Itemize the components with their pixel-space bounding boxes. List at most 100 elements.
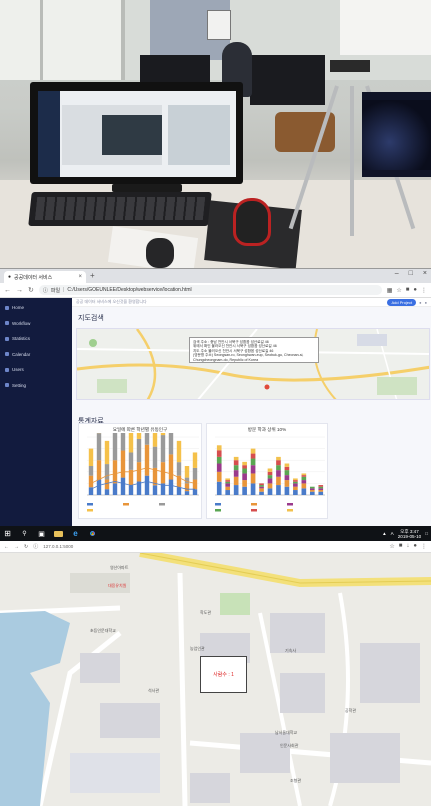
- windows-start-icon[interactable]: ⊞: [3, 529, 12, 538]
- bar: [301, 476, 307, 481]
- webcam: [330, 60, 370, 72]
- bar: [318, 486, 324, 489]
- bar: [152, 446, 158, 468]
- tab-active[interactable]: ● 공공데이터 서비스 ×: [4, 271, 86, 283]
- bar: [184, 466, 190, 478]
- bar: [120, 450, 126, 478]
- sidebar-item-home[interactable]: Home: [0, 300, 72, 316]
- bar: [152, 417, 158, 447]
- network-icon[interactable]: ▲: [382, 531, 387, 536]
- maximize-icon[interactable]: □: [409, 270, 413, 277]
- add-project-button[interactable]: Add Project: [387, 298, 417, 306]
- task-view-icon[interactable]: ▣: [37, 529, 46, 538]
- sidebar-item-workflow[interactable]: Workflow: [0, 316, 72, 332]
- bar: [309, 490, 315, 492]
- bar: [216, 463, 222, 472]
- minimize-icon[interactable]: –: [395, 270, 399, 277]
- address-bar[interactable]: ⓘ 파일 | C:/Users/GOEUNLEE/Desktop/webserv…: [38, 285, 382, 295]
- extension-icon[interactable]: ■: [406, 287, 410, 294]
- bar: [276, 460, 281, 466]
- bar: [104, 489, 110, 495]
- bar: [250, 458, 256, 466]
- legend-swatch: [87, 509, 93, 512]
- sidebar-item-statistics[interactable]: Statistics: [0, 331, 72, 347]
- bar: [284, 463, 290, 467]
- file-explorer-icon[interactable]: [54, 529, 63, 538]
- bar: [184, 491, 190, 495]
- bar: [216, 481, 222, 495]
- forward-icon[interactable]: →: [16, 287, 23, 294]
- map-label: 기숙사: [285, 648, 297, 653]
- chart-title: 방문 학과 상위 10%: [247, 427, 287, 432]
- browser-window-2: ← → ↻ ⓘ 127.0.0.1:5000 ☆ ■ ↓ ● ⋮ 영산아파트 대…: [0, 541, 431, 806]
- sidebar-item-users[interactable]: Users: [0, 362, 72, 378]
- map-view[interactable]: 검색 주소 : 충남 천안시 서북구 성환읍 성산로길 46 위에서 확인 불러…: [76, 328, 430, 400]
- extension-icon[interactable]: ■: [399, 543, 403, 550]
- legend-swatch: [251, 509, 257, 512]
- ie-icon[interactable]: e: [71, 529, 80, 538]
- monitor-screen: [38, 91, 236, 177]
- bar: [250, 483, 256, 495]
- profile-icon[interactable]: ●: [413, 287, 417, 294]
- right-monitor: [362, 92, 431, 177]
- workflow-icon: [5, 321, 9, 326]
- notification-icon[interactable]: □: [425, 531, 428, 536]
- bar: [250, 473, 256, 484]
- bar: [242, 468, 247, 474]
- user-icon[interactable]: ●: [425, 300, 427, 305]
- bar: [242, 465, 247, 469]
- screen-map: [168, 105, 230, 165]
- bar: [120, 411, 126, 451]
- bell-icon[interactable]: ●: [419, 300, 421, 305]
- welcome-bar: 공공 데이터 서비스에 오신것을 환영합니다 Add Project ● ●: [72, 298, 431, 307]
- bar: [136, 408, 142, 439]
- translate-icon[interactable]: ▦: [387, 287, 393, 294]
- bar: [284, 480, 290, 487]
- url-scheme: 파일: [50, 287, 61, 294]
- bar: [284, 475, 290, 481]
- profile-icon[interactable]: ●: [413, 543, 417, 550]
- forward-icon[interactable]: →: [14, 544, 19, 550]
- users-icon: [5, 367, 9, 372]
- bar: [267, 468, 273, 472]
- webcam-photo: [0, 0, 431, 268]
- bar: [318, 488, 324, 491]
- globe-icon: ●: [8, 274, 12, 280]
- people-count-marker[interactable]: 사람수 : 1: [200, 656, 247, 693]
- new-tab-button[interactable]: +: [90, 271, 95, 281]
- map-label: 조형관: [290, 778, 302, 783]
- bar: [192, 452, 198, 468]
- bar: [136, 462, 142, 482]
- star-icon[interactable]: ☆: [389, 543, 394, 550]
- bar: [168, 479, 174, 495]
- bar: [112, 429, 118, 461]
- reload-icon[interactable]: ↻: [24, 544, 28, 550]
- map-label: 남서울대학교: [275, 730, 298, 735]
- clock[interactable]: 오후 3:47 2019-05-10: [398, 529, 422, 539]
- search-icon[interactable]: ⚲: [20, 529, 29, 538]
- menu-icon[interactable]: ⋮: [421, 287, 427, 294]
- url-text[interactable]: 127.0.0.1:5000: [43, 544, 73, 549]
- map-label: 인문사회관: [280, 743, 299, 748]
- chart-title: 요일에 따른 학년별 유동인구: [112, 427, 168, 432]
- menu-icon[interactable]: ⋮: [421, 543, 427, 550]
- chrome-icon[interactable]: [88, 529, 97, 538]
- back-icon[interactable]: ←: [4, 544, 9, 550]
- campus-map[interactable]: 영산아파트 대웅유치원 학도관 농업인관 초등인문대학교 석사관 기숙사 남서울…: [0, 553, 431, 806]
- ime-indicator[interactable]: A: [391, 531, 394, 536]
- close-icon[interactable]: ×: [78, 274, 82, 280]
- bar: [250, 448, 256, 454]
- sidebar-item-calendar[interactable]: Calendar: [0, 347, 72, 363]
- browser-window: ● 공공데이터 서비스 × + – □ × ← → ↻ ⓘ 파일 | C:/Us…: [0, 268, 431, 527]
- statistics-icon: [5, 336, 9, 341]
- legend-swatch: [287, 503, 293, 506]
- sidebar-item-setting[interactable]: Setting: [0, 378, 72, 394]
- reload-icon[interactable]: ↻: [28, 286, 34, 294]
- map-label: 공학관: [345, 708, 357, 713]
- close-window-icon[interactable]: ×: [423, 270, 427, 277]
- download-icon[interactable]: ↓: [406, 543, 409, 550]
- bar: [96, 479, 102, 495]
- star-icon[interactable]: ☆: [396, 287, 401, 294]
- bar: [112, 460, 118, 484]
- back-icon[interactable]: ←: [4, 287, 11, 294]
